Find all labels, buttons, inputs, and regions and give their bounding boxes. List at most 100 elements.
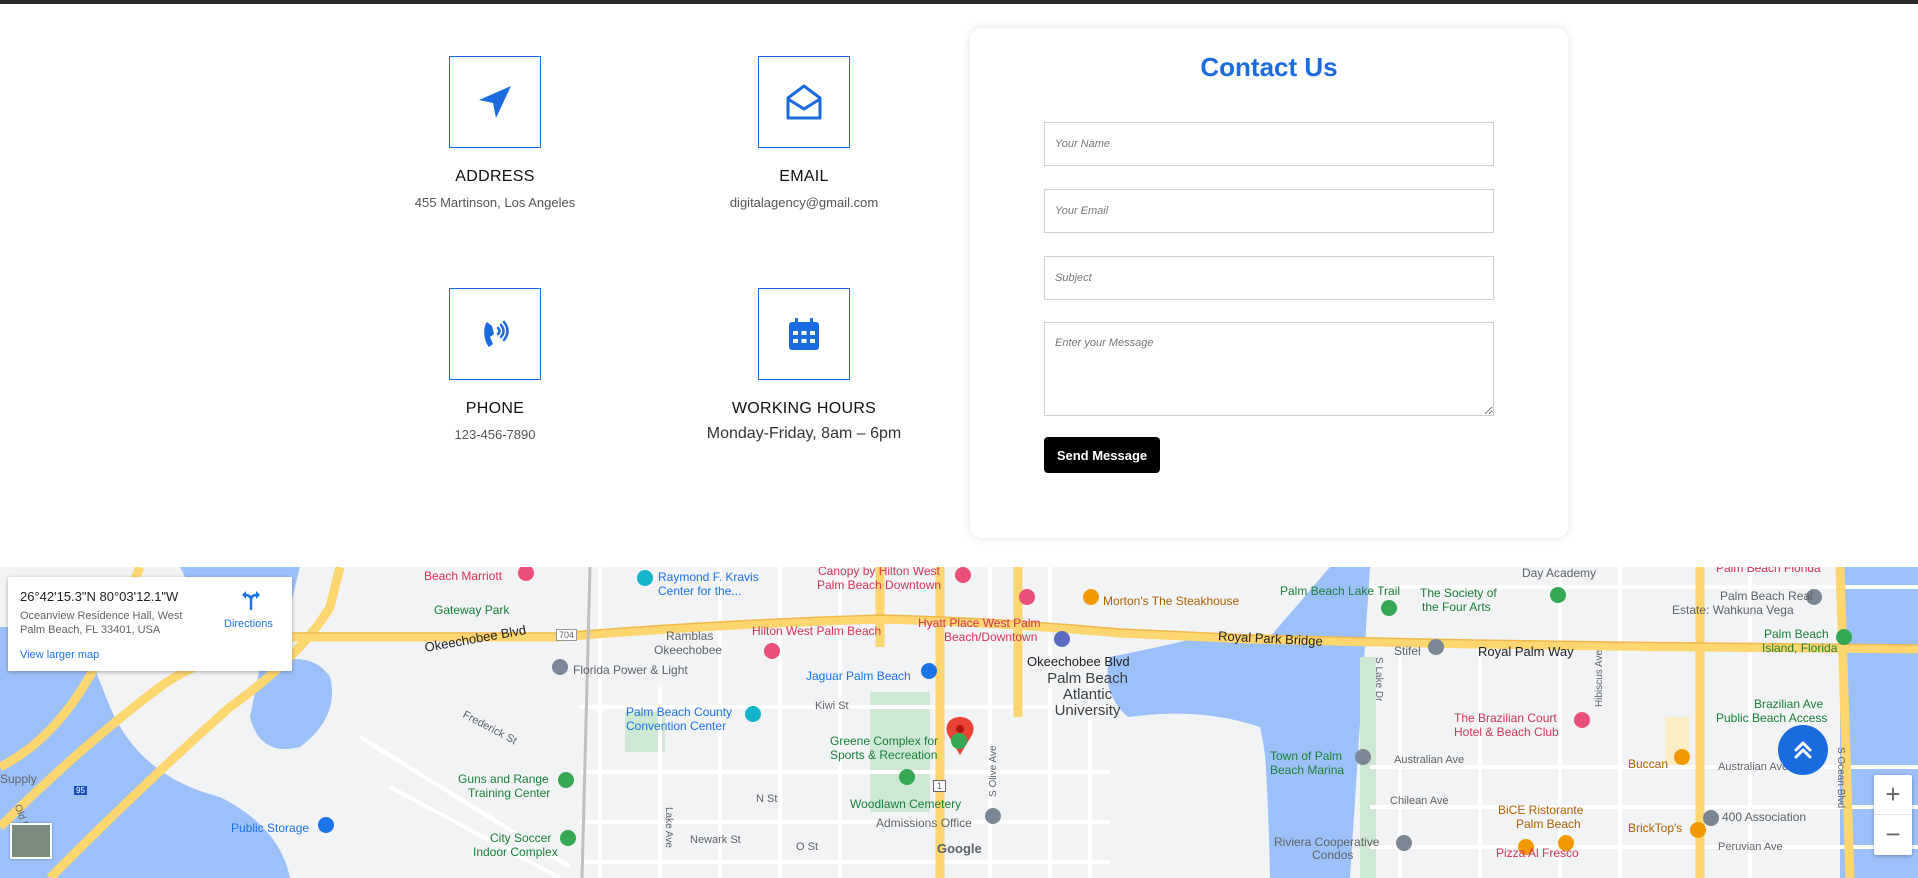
park-marker-icon[interactable] <box>899 769 915 785</box>
scroll-to-top-button[interactable] <box>1778 725 1828 775</box>
view-larger-map-link[interactable]: View larger map <box>20 649 99 661</box>
email-input[interactable] <box>1044 189 1494 233</box>
phone-title: PHONE <box>465 400 525 417</box>
location-arrow-icon <box>479 86 511 118</box>
double-chevron-up-icon <box>1794 741 1812 759</box>
embedded-map[interactable]: Beach Marriott Raymond F. Kravis Center … <box>0 567 1918 878</box>
map-label: Palm Beach <box>1764 627 1829 641</box>
hotel-marker-icon[interactable] <box>955 567 971 583</box>
name-input[interactable] <box>1044 122 1494 166</box>
message-textarea[interactable] <box>1044 322 1494 416</box>
map-place-address: Oceanview Residence Hall, West Palm Beac… <box>20 610 183 636</box>
park-marker-icon[interactable] <box>1381 600 1397 616</box>
map-label: Canopy by Hilton West <box>818 567 940 578</box>
park-marker-icon[interactable] <box>560 830 576 846</box>
restaurant-marker-icon[interactable] <box>1690 822 1706 838</box>
phone-volume-icon <box>484 320 509 347</box>
hotel-marker-icon[interactable] <box>764 643 780 659</box>
calendar-icon <box>789 318 819 350</box>
map-label: Peruvian Ave <box>1718 841 1783 853</box>
map-label: Okeechobee Blvd <box>1027 654 1130 669</box>
map-label: Palm Beach Lake Trail <box>1280 584 1401 598</box>
map-label: Public Beach Access <box>1716 711 1828 725</box>
send-message-button[interactable]: Send Message <box>1044 437 1160 473</box>
route-shield: 1 <box>933 780 947 792</box>
school-marker-icon[interactable] <box>985 808 1001 824</box>
map-label: S Lake Dr <box>1373 657 1384 702</box>
museum-marker-icon[interactable] <box>637 570 653 586</box>
map-label: Florida Power & Light <box>573 663 688 677</box>
directions-icon[interactable] <box>240 589 262 611</box>
map-label: Atlantic <box>1062 686 1113 703</box>
marina-marker-icon[interactable] <box>1355 749 1371 765</box>
map-label: Beach Marina <box>1270 763 1345 777</box>
map-label: Stifel <box>1394 644 1421 658</box>
storage-marker-icon[interactable] <box>318 817 334 833</box>
hours-title: WORKING HOURS <box>731 400 877 417</box>
hero-bottom-edge <box>0 0 1918 4</box>
map-label: 400 Association <box>1722 810 1807 824</box>
satellite-toggle-thumbnail[interactable] <box>10 823 52 859</box>
place-marker-icon[interactable] <box>552 659 568 675</box>
map-label: Day Academy <box>1522 567 1597 580</box>
hotel-marker-icon[interactable] <box>1019 589 1035 605</box>
email-title: EMAIL <box>779 168 829 185</box>
map-label: Kiwi St <box>815 700 849 712</box>
map-label: Island, Florida <box>1762 641 1838 655</box>
convention-marker-icon[interactable] <box>745 706 761 722</box>
contact-title: Contact Us <box>1200 52 1338 82</box>
map-label: BiCE Ristorante <box>1498 803 1584 817</box>
route-shield: 704 <box>556 629 578 641</box>
map-label: The Society of <box>1420 586 1497 600</box>
school-marker-icon[interactable] <box>1054 631 1070 647</box>
map-label: Supply <box>0 772 37 786</box>
zoom-in-button[interactable]: + <box>1874 775 1912 815</box>
map-label: the Four Arts <box>1422 600 1491 614</box>
park-marker-icon[interactable] <box>1836 629 1852 645</box>
place-marker-icon[interactable] <box>1396 835 1412 851</box>
map-label: Jaguar Palm Beach <box>806 669 911 683</box>
hours-icon-box <box>758 288 850 380</box>
map-label: O St <box>796 841 819 853</box>
park-marker-icon[interactable] <box>1550 587 1566 603</box>
map-label: Chilean Ave <box>1390 795 1449 807</box>
map-label: Public Storage <box>231 821 310 835</box>
directions-link[interactable]: Directions <box>224 618 273 630</box>
map-label: Raymond F. Kravis <box>658 570 759 584</box>
map-zoom-control: + − <box>1874 775 1912 855</box>
park-marker-icon[interactable] <box>951 733 967 749</box>
map-label: Okeechobee <box>654 643 723 657</box>
map-label: Palm Beach <box>1047 670 1128 687</box>
map-label: Pizza Al Fresco <box>1496 846 1579 860</box>
contact-form-panel: Contact Us Send Message <box>970 28 1568 538</box>
place-marker-icon[interactable] <box>1428 639 1444 655</box>
restaurant-marker-icon[interactable] <box>1674 749 1690 765</box>
address-value: 455 Martinson, Los Angeles <box>414 195 576 210</box>
park-marker-icon[interactable] <box>558 772 574 788</box>
map-label: University <box>1054 702 1121 719</box>
map-label: Australian Ave <box>1394 754 1465 766</box>
phone-icon-box <box>449 288 541 380</box>
map-label: Hyatt Place West Palm <box>918 616 1041 630</box>
map-label: Palm Beach Downtown <box>817 578 942 592</box>
email-value: digitalagency@gmail.com <box>729 195 879 210</box>
restaurant-marker-icon[interactable] <box>1083 589 1099 605</box>
zoom-out-button[interactable]: − <box>1874 815 1912 854</box>
subject-input[interactable] <box>1044 256 1494 300</box>
place-marker-icon[interactable] <box>1703 810 1719 826</box>
map-label: City Soccer <box>490 831 552 845</box>
shop-marker-icon[interactable] <box>921 663 937 679</box>
hotel-marker-icon[interactable] <box>1574 712 1590 728</box>
map-label: S Ocean Blvd <box>1835 747 1846 809</box>
map-place-card: 26°42'15.3"N 80°03'12.1"W Oceanview Resi… <box>8 577 292 671</box>
map-label: Hibiscus Ave <box>1594 649 1605 707</box>
map-label: Training Center <box>468 786 551 800</box>
map-label: Riviera Cooperative <box>1274 835 1380 849</box>
map-label: Beach/Downtown <box>944 630 1038 644</box>
google-logo: Google <box>937 841 982 856</box>
map-label: S Olive Ave <box>988 745 999 797</box>
map-label: Australian Ave <box>1718 761 1789 773</box>
map-coordinates: 26°42'15.3"N 80°03'12.1"W <box>20 589 179 604</box>
map-label: Guns and Range <box>458 772 549 786</box>
address-title: ADDRESS <box>455 168 535 185</box>
